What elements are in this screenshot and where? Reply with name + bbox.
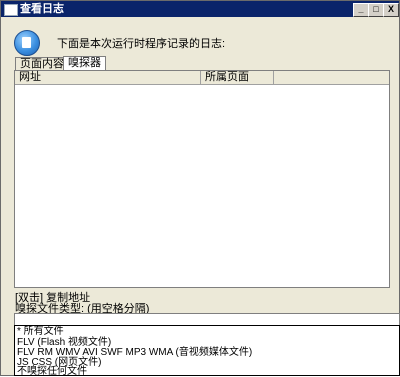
close-button[interactable]: X bbox=[383, 3, 399, 17]
tab-page-content[interactable]: 页面内容 bbox=[15, 57, 69, 71]
title-bar[interactable]: 查看日志 _ □ X bbox=[1, 1, 399, 17]
log-window: 查看日志 _ □ X 下面是本次运行时程序记录的日志: 页面内容 嗅探器 网址 … bbox=[0, 0, 400, 377]
header-message: 下面是本次运行时程序记录的日志: bbox=[57, 38, 226, 50]
log-icon bbox=[14, 30, 40, 56]
sniffer-list[interactable]: 网址 所属页面 bbox=[14, 70, 390, 288]
window-icon bbox=[4, 4, 18, 16]
window-title: 查看日志 bbox=[20, 3, 64, 15]
column-header-page[interactable]: 所属页面 bbox=[201, 71, 274, 84]
list-header: 网址 所属页面 bbox=[15, 71, 389, 85]
column-header-url[interactable]: 网址 bbox=[15, 71, 201, 84]
minimize-button[interactable]: _ bbox=[353, 3, 369, 17]
file-type-dropdown[interactable]: * 所有文件 FLV (Flash 视频文件) FLV RM WMV AVI S… bbox=[14, 325, 400, 377]
dropdown-option[interactable]: * 所有文件 bbox=[17, 327, 64, 337]
maximize-button[interactable]: □ bbox=[368, 3, 384, 17]
